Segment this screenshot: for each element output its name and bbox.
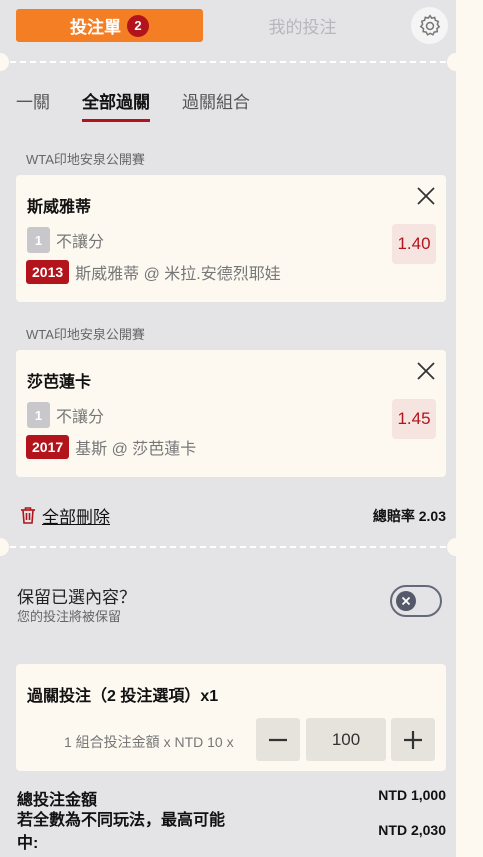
toggle-knob xyxy=(396,591,416,611)
match-info: 2017 基斯 @ 莎芭蓮卡 xyxy=(26,435,196,459)
betslip-panel: 投注單 2 我的投注 一關 全部過關 過關組合 WTA印地安泉公開賽 斯威雅蒂 xyxy=(0,0,456,857)
match-id-badge: 2013 xyxy=(26,260,70,284)
parlay-bet-card: 過關投注（2 投注選項）x1 1 組合投注金額 x NTD 10 x 100 xyxy=(16,664,446,771)
betslip-header: 投注單 2 我的投注 xyxy=(0,0,456,50)
tab-parlay-combo[interactable]: 過關組合 xyxy=(182,90,250,124)
combo-stake-text: 1 組合投注金額 x NTD 10 x xyxy=(64,734,234,750)
keep-selections-toggle[interactable] xyxy=(390,585,442,617)
league-name: WTA印地安泉公開賽 xyxy=(26,152,145,167)
ticket-notch-right xyxy=(447,538,456,556)
tab-single[interactable]: 一關 xyxy=(16,90,50,124)
close-icon xyxy=(417,362,435,380)
total-stake-value: NTD 1,000 xyxy=(378,787,446,803)
odds-value: 1.40 xyxy=(392,224,436,264)
ticket-notch-left xyxy=(0,538,9,556)
line-text: 不讓分 xyxy=(56,234,105,251)
line-text: 不讓分 xyxy=(56,409,105,426)
match-id-badge: 2017 xyxy=(26,435,70,459)
tab-betslip-label: 投注單 xyxy=(70,18,121,37)
odds-value: 1.45 xyxy=(392,399,436,439)
selection-card: 斯威雅蒂 1 不讓分 2013 斯威雅蒂 @ 米拉.安德烈耶娃 1.40 xyxy=(16,175,446,302)
betslip-count-badge: 2 xyxy=(127,14,149,37)
tab-betslip[interactable]: 投注單 2 xyxy=(16,9,203,42)
selection-line: 1 不讓分 xyxy=(27,402,104,428)
keep-selections-title: 保留已選內容？ xyxy=(17,588,136,607)
gear-icon xyxy=(419,13,440,36)
parlay-title: 過關投注（2 投注選項）x1 xyxy=(27,688,219,705)
max-win-value: NTD 2,030 xyxy=(378,822,446,838)
selection-team: 斯威雅蒂 xyxy=(27,199,92,216)
line-number-badge: 1 xyxy=(27,227,50,253)
tab-all-parlay[interactable]: 全部過關 xyxy=(82,90,150,124)
close-icon xyxy=(417,187,435,205)
increase-stake-button[interactable] xyxy=(391,718,435,761)
line-number-badge: 1 xyxy=(27,402,50,428)
minus-icon xyxy=(269,738,287,741)
tab-my-bets-label: 我的投注 xyxy=(268,18,337,37)
close-icon xyxy=(401,596,411,606)
selection-card: 莎芭蓮卡 1 不讓分 2017 基斯 @ 莎芭蓮卡 1.45 xyxy=(16,350,446,477)
match-info: 2013 斯威雅蒂 @ 米拉.安德烈耶娃 xyxy=(26,260,281,284)
remove-selection-button[interactable] xyxy=(415,360,437,382)
bet-type-tabs: 一關 全部過關 過關組合 xyxy=(16,90,250,124)
trash-icon xyxy=(21,507,35,524)
ticket-notch-right xyxy=(447,53,456,71)
delete-all-button[interactable]: 全部刪除 xyxy=(20,503,110,527)
match-name: 斯威雅蒂 @ 米拉.安德烈耶娃 xyxy=(75,266,281,283)
dashed-divider xyxy=(0,61,456,63)
settings-button[interactable] xyxy=(411,7,448,44)
plus-icon xyxy=(404,730,422,749)
selection-line: 1 不讓分 xyxy=(27,227,104,253)
tab-my-bets[interactable]: 我的投注 xyxy=(220,9,385,42)
dashed-divider xyxy=(0,546,456,548)
ticket-notch-left xyxy=(0,53,9,71)
league-name: WTA印地安泉公開賽 xyxy=(26,327,145,342)
decrease-stake-button[interactable] xyxy=(256,718,300,761)
total-odds: 總賠率 2.03 xyxy=(372,508,446,524)
selection-team: 莎芭蓮卡 xyxy=(27,374,92,391)
match-name: 基斯 @ 莎芭蓮卡 xyxy=(75,441,197,458)
stake-input[interactable]: 100 xyxy=(306,718,386,761)
keep-selections-subtitle: 您的投注將被保留 xyxy=(17,609,122,624)
delete-all-label: 全部刪除 xyxy=(42,507,110,527)
remove-selection-button[interactable] xyxy=(415,185,437,207)
total-stake-label: 總投注金額 xyxy=(17,792,98,809)
max-win-label: 若全數為不同玩法，最高可能中: xyxy=(17,812,226,852)
